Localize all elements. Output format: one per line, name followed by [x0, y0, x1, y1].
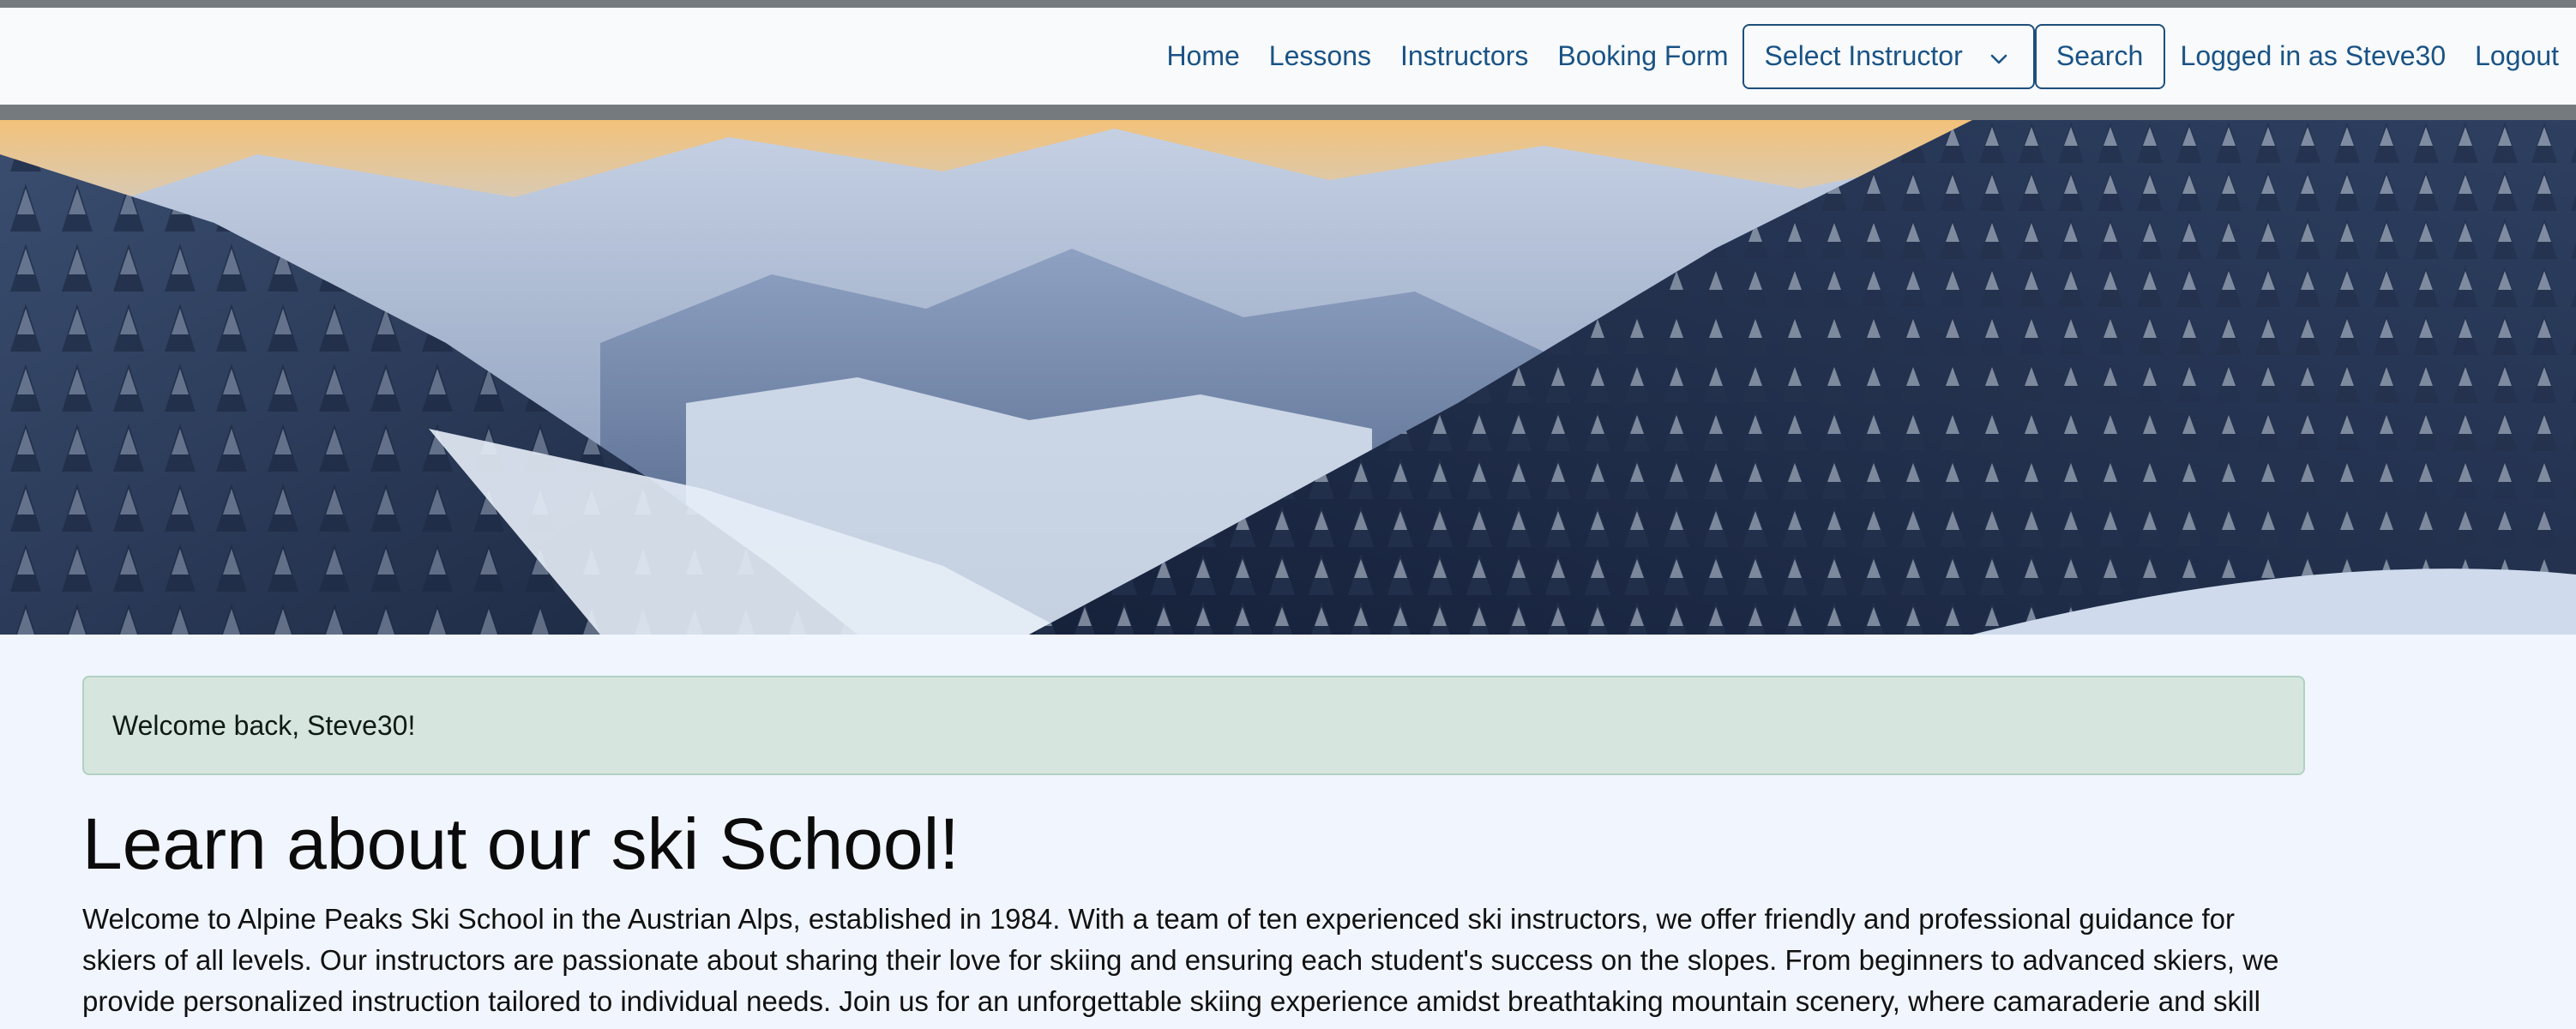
- nav-link-lessons[interactable]: Lessons: [1269, 40, 1371, 72]
- nav-link-home[interactable]: Home: [1166, 40, 1239, 72]
- intro-paragraph: Welcome to Alpine Peaks Ski School in th…: [82, 903, 2279, 1018]
- logout-link[interactable]: Logout: [2475, 40, 2559, 72]
- nav-right: Home Lessons Instructors Booking Form Se…: [1166, 8, 2559, 105]
- chevron-down-icon: [1990, 54, 2007, 63]
- hero-mountain-scene: [0, 120, 2576, 635]
- nav-bottom-strip: [0, 105, 2576, 120]
- nav-link-instructors[interactable]: Instructors: [1400, 40, 1528, 72]
- top-strip: [0, 0, 2576, 8]
- navbar: Home Lessons Instructors Booking Form Se…: [0, 8, 2576, 105]
- page-heading: Learn about our ski School!: [82, 803, 960, 884]
- instructor-select[interactable]: Select Instructor: [1742, 23, 2035, 89]
- welcome-alert: Welcome back, Steve30!: [82, 676, 2305, 775]
- instructor-select-value: Select Instructor: [1764, 40, 1963, 71]
- hero-image: [0, 120, 2576, 635]
- main-content: Welcome back, Steve30! Learn about our s…: [0, 676, 2576, 1022]
- search-button[interactable]: Search: [2034, 23, 2165, 89]
- nav-link-booking-form[interactable]: Booking Form: [1557, 40, 1728, 72]
- logged-in-status: Logged in as Steve30: [2180, 40, 2447, 71]
